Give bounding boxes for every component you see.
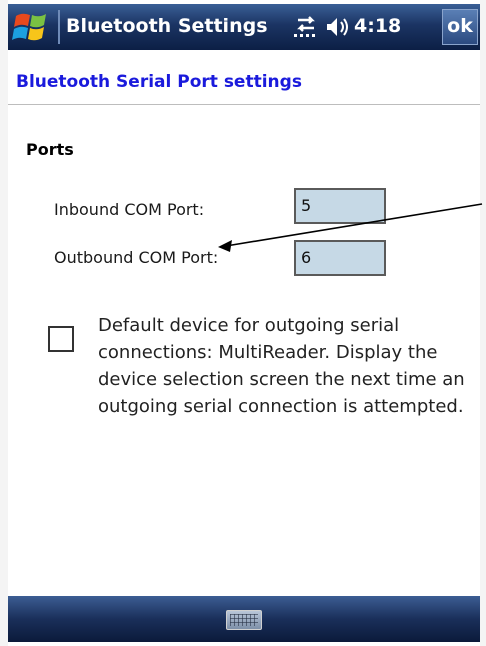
title-divider	[58, 10, 60, 44]
inbound-com-port-field[interactable]: 5	[294, 188, 386, 224]
menu-bar	[8, 596, 480, 642]
title-bar: Bluetooth Settings 4:18 ok	[8, 4, 480, 50]
app-title: Bluetooth Settings	[66, 15, 268, 37]
windows-flag-icon	[12, 13, 46, 41]
device-screen: Bluetooth Settings 4:18 ok Bluetooth Ser…	[0, 0, 486, 646]
volume-icon[interactable]	[324, 14, 352, 40]
page-title: Bluetooth Serial Port settings	[16, 72, 302, 92]
header-divider	[8, 104, 480, 105]
outbound-com-port-label: Outbound COM Port:	[54, 248, 219, 267]
connectivity-icon[interactable]	[292, 14, 320, 40]
clock[interactable]: 4:18	[354, 15, 401, 37]
inbound-com-port-label: Inbound COM Port:	[54, 200, 205, 219]
device-frame-left	[0, 0, 8, 646]
start-button[interactable]	[12, 8, 52, 46]
outbound-com-port-field[interactable]: 6	[294, 240, 386, 276]
default-device-checkbox[interactable]	[48, 326, 74, 352]
keyboard-keys	[230, 614, 258, 626]
keyboard-icon[interactable]	[226, 610, 262, 630]
ok-button[interactable]: ok	[442, 9, 478, 45]
ports-section-title: Ports	[26, 140, 74, 159]
default-device-description[interactable]: Default device for outgoing serial conne…	[98, 312, 484, 420]
